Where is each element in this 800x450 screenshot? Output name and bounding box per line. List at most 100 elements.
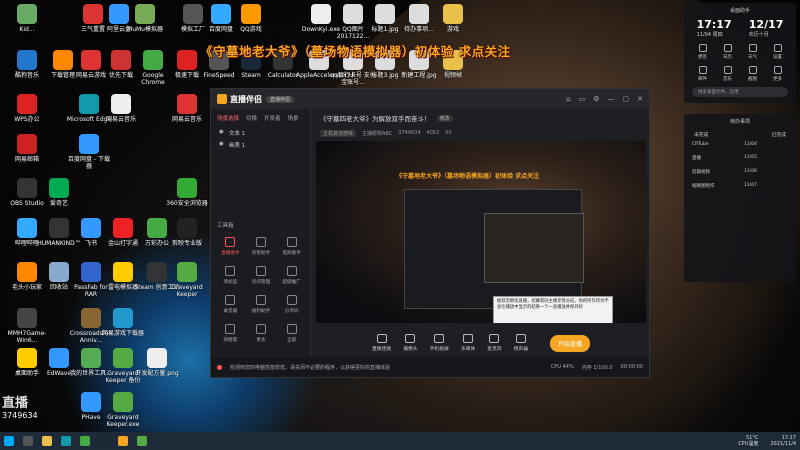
desktop-icon[interactable]: 爱奇艺 <box>36 178 82 207</box>
todo-item[interactable]: 直播 11/05 <box>684 151 796 165</box>
control-label: 多媒体 <box>460 347 476 352</box>
category-badge[interactable]: 主机其他游戏 <box>320 129 357 137</box>
cpu-temp: 51°C CPU温度 <box>738 435 759 447</box>
live-companion-taskbar-icon[interactable] <box>118 436 128 446</box>
edge-icon[interactable] <box>61 436 71 446</box>
app-icon <box>81 218 101 238</box>
tool-item[interactable]: 超级推广 <box>276 266 307 285</box>
control-button[interactable]: 手机投屏 <box>430 334 449 352</box>
todo-tab-done[interactable]: 已完成 <box>772 131 786 138</box>
tray-clock[interactable]: 17:17 2021/11/4 <box>770 435 796 447</box>
app-icon <box>49 218 69 238</box>
tool-item[interactable]: 电商助手 <box>276 237 307 256</box>
start-live-button[interactable]: 开始直播 <box>549 334 590 352</box>
control-button[interactable]: 直播连接 <box>372 334 391 352</box>
desktop-icon[interactable]: 网易邮箱 <box>4 134 50 163</box>
modify-title-button[interactable]: 修改 <box>436 114 453 122</box>
window-control-icon[interactable]: ⚙ <box>593 95 599 103</box>
tool-item[interactable]: 录音器 <box>215 295 246 314</box>
stream-preview[interactable]: 《守墓地老大爷》（墓场物语模拟器）初体验 求点关注 推荐您继续直播，招募新旧主播… <box>316 141 646 323</box>
tool-item[interactable]: 福利助手 <box>246 295 277 314</box>
todo-item[interactable]: 剪辑视频 11/06 <box>684 165 796 179</box>
tool-item[interactable]: 直播助手 <box>215 237 246 256</box>
desktop: Kid... 三气重置 阿里云盘 MuMu模拟器 模拟工厂 百度网盘 QQ游戏 DownKyi… <box>0 0 800 432</box>
desktop-icon[interactable]: MuMu模拟器 <box>122 4 168 33</box>
widget-item[interactable]: 更多 <box>765 66 790 82</box>
tool-icon <box>255 295 266 305</box>
steam-icon[interactable] <box>99 436 109 446</box>
desktop-icon[interactable]: 剪映专业版 <box>164 218 210 247</box>
widget-item[interactable]: 日历 <box>715 44 740 60</box>
desktop-icon[interactable]: 游戏 <box>430 4 476 33</box>
widget-icon <box>698 44 707 52</box>
tool-label: 全部 <box>287 338 297 343</box>
tool-icon <box>225 295 236 305</box>
tool-icon <box>286 266 297 276</box>
tool-label: 房管助手 <box>251 251 271 256</box>
desktop-icon[interactable]: QQ游戏 <box>228 4 274 33</box>
eye-icon[interactable]: ◉ <box>219 129 224 137</box>
desktop-icon[interactable]: 网易游戏下载器 <box>100 308 146 337</box>
control-label: 麦克风 <box>487 347 502 352</box>
control-button[interactable]: 麦克风 <box>487 334 502 352</box>
eye-icon[interactable]: ◉ <box>219 141 224 149</box>
todo-date: 11/05 <box>744 155 757 160</box>
chrome-icon[interactable] <box>80 436 90 446</box>
desktop-icon[interactable]: 360安全浏览器 <box>164 178 210 207</box>
desktop-icon[interactable]: Kid... <box>4 4 50 33</box>
tool-item[interactable]: 更多 <box>246 324 277 343</box>
app-icon <box>17 134 37 154</box>
todo-item[interactable]: 缩略图制作 11/07 <box>684 179 796 193</box>
tool-item[interactable]: 房管助手 <box>246 237 277 256</box>
tool-item[interactable]: 添加品 <box>215 266 246 285</box>
desktop-icon[interactable]: Graveyard Keeper <box>164 262 210 298</box>
window-controls: ⌂ ▭ ⚙ — ▢ ✕ <box>566 95 643 103</box>
file-explorer-icon[interactable] <box>42 436 52 446</box>
control-button[interactable]: 摄像头 <box>403 334 418 352</box>
widget-item[interactable]: 设置 <box>765 44 790 60</box>
window-control-icon[interactable]: ▢ <box>623 95 630 103</box>
widget-item[interactable]: 便签 <box>690 44 715 60</box>
tool-item[interactable]: 房间管理 <box>246 266 277 285</box>
widget-item[interactable]: 天气 <box>740 44 765 60</box>
scene-tab[interactable]: 场景 <box>288 114 299 122</box>
desktop-icon[interactable]: Graveyard Keeper.exe <box>100 392 146 428</box>
desktop-icon[interactable]: WPS办公 <box>4 94 50 123</box>
desktop-icon[interactable]: MMH7Game-Win6... <box>4 308 50 344</box>
widget-item[interactable]: 音乐 <box>715 66 740 82</box>
search-icon[interactable] <box>23 436 33 446</box>
tool-item[interactable]: 快捷键 <box>215 324 246 343</box>
desktop-icon[interactable]: 开发配方量.png <box>134 348 180 377</box>
control-button[interactable]: 扬声器 <box>514 334 528 352</box>
widget-item[interactable]: 邮件 <box>690 66 715 82</box>
start-menu-icon[interactable] <box>4 436 14 446</box>
scene-item[interactable]: ◉ 文本 1 <box>211 127 310 139</box>
desktop-icon-label: Steam <box>241 72 261 79</box>
alert-icon <box>217 364 222 370</box>
scene-tabs: 场景选择 切换 开发者 场景 <box>211 109 310 127</box>
widget-item[interactable]: 截图 <box>740 66 765 82</box>
scene-item[interactable]: ◉ 画质 1 <box>211 139 310 151</box>
tool-item[interactable]: 全部 <box>276 324 307 343</box>
desktop-icon[interactable]: 网易云音乐 <box>98 94 144 123</box>
widget-search-input[interactable]: 搜索桌面文件、应用 <box>692 87 788 97</box>
desktop-icon-label: 飞书 <box>84 240 97 247</box>
window-control-icon[interactable]: ✕ <box>637 95 643 103</box>
desktop-icon-label: 剪映专业版 <box>171 240 202 247</box>
scene-tab[interactable]: 开发者 <box>264 114 281 122</box>
window-control-icon[interactable]: ⌂ <box>566 95 570 103</box>
footer-stat: 00:00:00 <box>620 363 643 370</box>
desktop-icon[interactable]: 网易云音乐 <box>164 94 210 123</box>
todo-tab-open[interactable]: 未完成 <box>694 131 708 138</box>
app-icon <box>81 262 101 282</box>
scene-tab[interactable]: 场景选择 <box>217 114 239 122</box>
control-button[interactable]: 多媒体 <box>461 334 475 352</box>
tool-item[interactable]: 分享码 <box>276 295 307 314</box>
widget-icon <box>773 44 782 52</box>
graveyard-keeper-taskbar-icon[interactable] <box>137 436 147 446</box>
todo-item[interactable]: CRTube 11/04 <box>684 138 796 151</box>
window-control-icon[interactable]: — <box>608 95 615 103</box>
scene-tab[interactable]: 切换 <box>246 114 257 122</box>
window-control-icon[interactable]: ▭ <box>579 95 586 103</box>
desktop-icon[interactable]: 百度网盘 - 下载器 <box>66 134 112 170</box>
